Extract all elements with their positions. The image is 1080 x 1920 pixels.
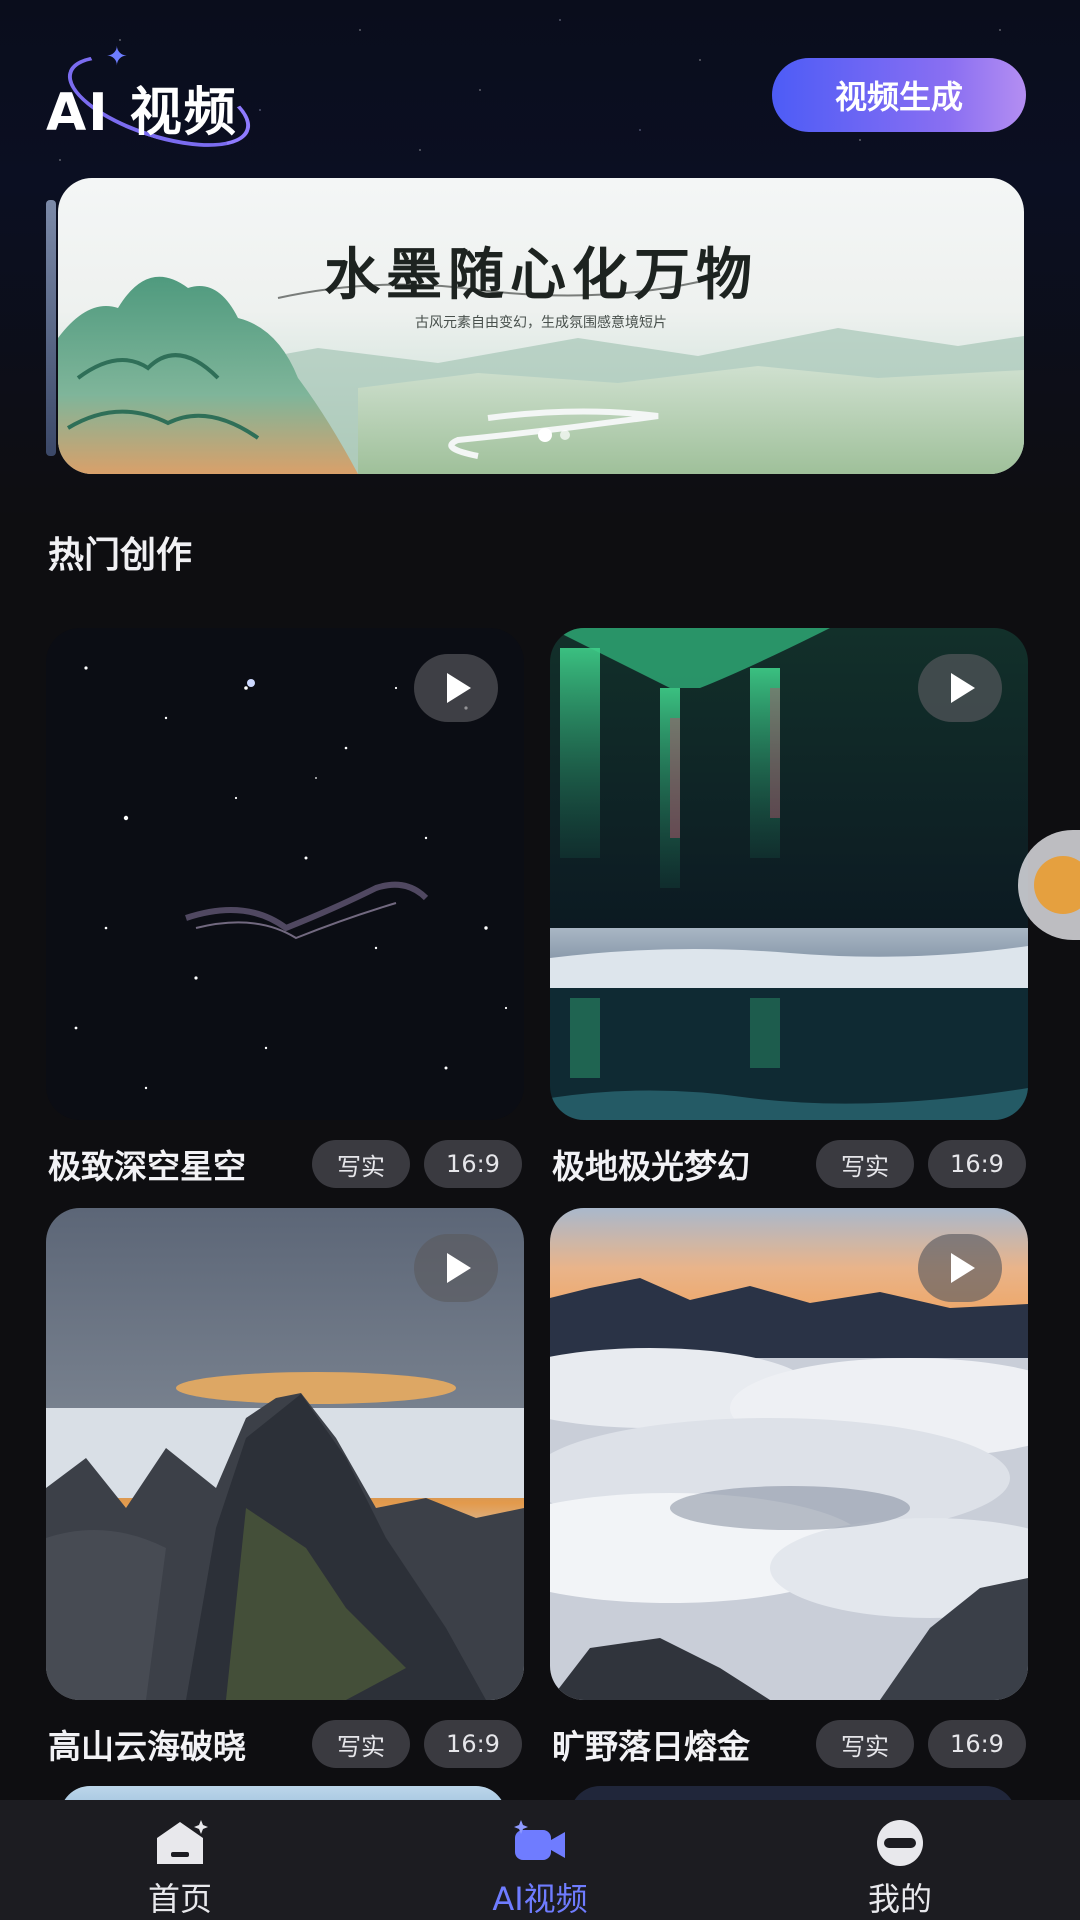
play-icon [447, 1253, 471, 1283]
style-tag: 写实 [312, 1720, 410, 1768]
ratio-tag: 16:9 [928, 1720, 1026, 1768]
video-thumbnail[interactable] [550, 1208, 1028, 1700]
video-generate-button[interactable]: 视频生成 [772, 58, 1026, 132]
play-icon [447, 673, 471, 703]
video-card[interactable]: 旷野落日熔金 写实 16:9 [550, 1208, 1028, 1788]
style-tag: 写实 [816, 1140, 914, 1188]
video-thumbnail[interactable] [550, 628, 1028, 1120]
app-logo: ✦ AI 视频 [46, 36, 261, 166]
banner-previous-peek [46, 200, 56, 456]
style-tag: 写实 [312, 1140, 410, 1188]
card-title: 极地极光梦幻 [552, 1147, 750, 1186]
header: ✦ AI 视频 视频生成 [0, 0, 1080, 180]
play-button[interactable] [414, 654, 498, 722]
profile-icon [871, 1818, 929, 1868]
banner-title: 水墨随心化万物 [324, 242, 758, 308]
banner-carousel[interactable]: 水墨随心化万物 古风元素自由变幻，生成氛围感意境短片 [58, 178, 1024, 474]
nav-item-ai-video[interactable]: AI视频 [360, 1800, 720, 1920]
ratio-tag: 16:9 [928, 1140, 1026, 1188]
section-title: 热门创作 [48, 535, 193, 576]
video-thumbnail[interactable] [46, 628, 524, 1120]
play-icon [951, 1253, 975, 1283]
home-icon [151, 1818, 209, 1868]
play-button[interactable] [414, 1234, 498, 1302]
video-card[interactable]: 高山云海破晓 写实 16:9 [46, 1208, 524, 1788]
nav-label: 首页 [147, 1880, 212, 1918]
video-card[interactable]: 极致深空星空 写实 16:9 [46, 628, 524, 1208]
card-title: 高山云海破晓 [48, 1727, 246, 1766]
nav-item-home[interactable]: 首页 [0, 1800, 360, 1920]
card-title: 极致深空星空 [48, 1147, 246, 1186]
bottom-navigation: 首页 AI视频 我的 [0, 1800, 1080, 1920]
ratio-tag: 16:9 [424, 1720, 522, 1768]
play-button[interactable] [918, 654, 1002, 722]
sparkle-icon: ✦ [106, 42, 128, 72]
carousel-dot-active[interactable] [538, 428, 552, 442]
nav-label: AI视频 [492, 1880, 588, 1918]
assistant-icon [1034, 856, 1080, 914]
app-screen: ✦ AI 视频 视频生成 水墨随心化万物 古风元素自由变幻，生成氛围感意境短片 … [0, 0, 1080, 1920]
video-thumbnail[interactable] [46, 1208, 524, 1700]
card-title: 旷野落日熔金 [552, 1727, 750, 1766]
play-button[interactable] [918, 1234, 1002, 1302]
style-tag: 写实 [816, 1720, 914, 1768]
video-card[interactable]: 极地极光梦幻 写实 16:9 [550, 628, 1028, 1208]
ratio-tag: 16:9 [424, 1140, 522, 1188]
nav-label: 我的 [867, 1880, 932, 1918]
banner-subtitle: 古风元素自由变幻，生成氛围感意境短片 [415, 315, 667, 331]
carousel-dot[interactable] [560, 430, 570, 440]
page-title: AI 视频 [46, 83, 238, 143]
nav-item-profile[interactable]: 我的 [720, 1800, 1080, 1920]
carousel-indicator [538, 428, 570, 442]
video-camera-icon [511, 1818, 569, 1868]
play-icon [951, 673, 975, 703]
